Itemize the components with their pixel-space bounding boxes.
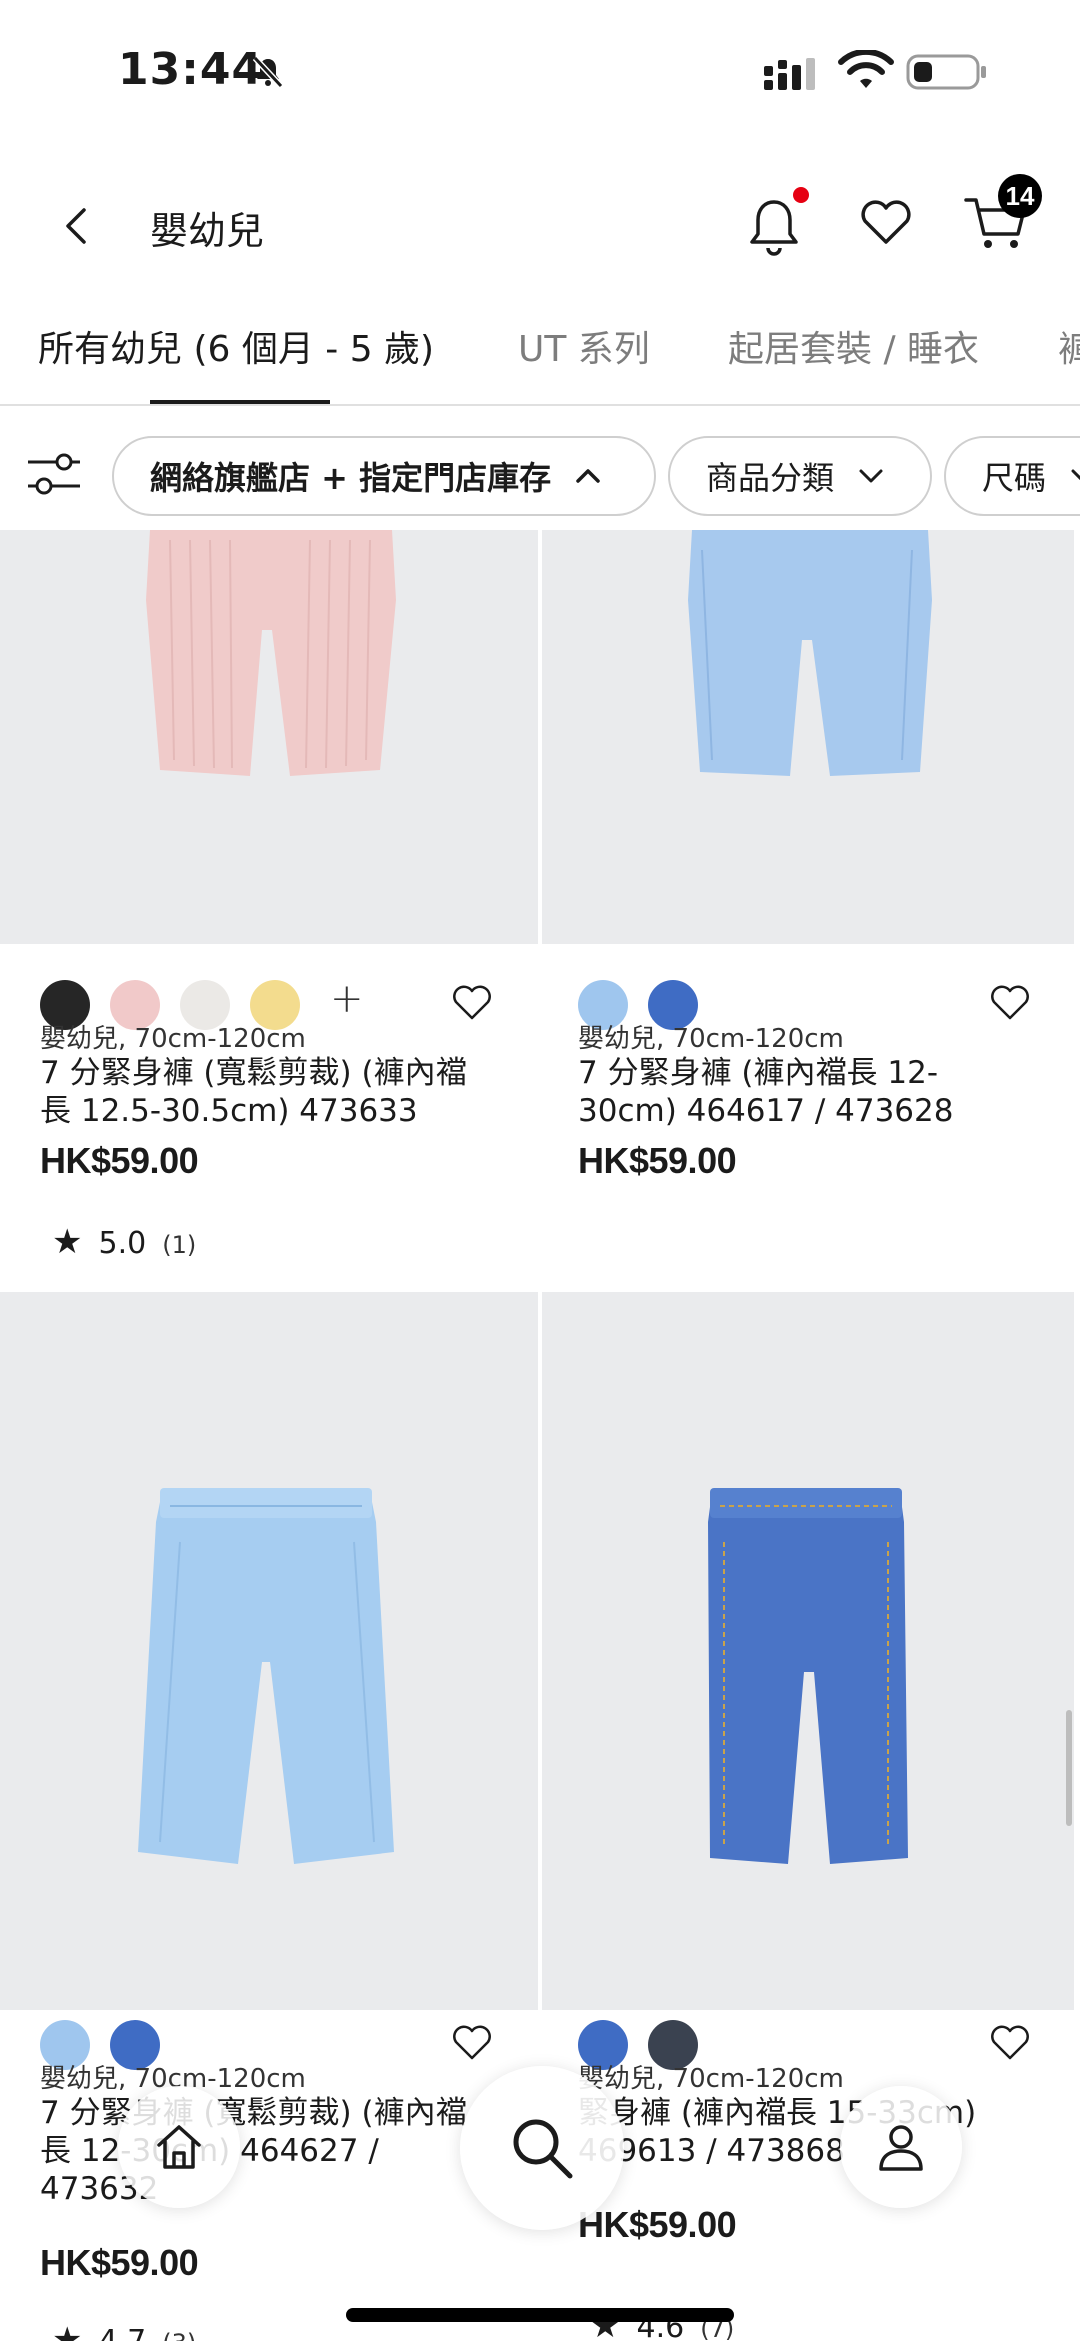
- light-blue-pants-image: [138, 1488, 394, 1864]
- product-name[interactable]: 7 分緊身褲 (寬鬆剪裁) (褲內襠長 12.5-30.5cm) 473633: [40, 1054, 490, 1130]
- product-image[interactable]: [0, 530, 538, 944]
- pink-leggings-image: [0, 530, 520, 830]
- favorite-heart-icon[interactable]: [988, 982, 1032, 1022]
- wishlist-heart-icon[interactable]: [856, 192, 916, 252]
- battery-icon: [906, 54, 986, 90]
- notification-dot: [793, 187, 809, 203]
- favorite-heart-icon[interactable]: [450, 2022, 494, 2062]
- favorite-heart-icon[interactable]: [450, 982, 494, 1022]
- tab-loungewear[interactable]: 起居套裝 / 睡衣: [728, 320, 979, 372]
- tab-all-kids[interactable]: 所有幼兒 (6 個月 - 5 歲): [38, 320, 434, 372]
- product-rating: ★ 5.0 (1): [52, 1222, 196, 1262]
- page-title: 嬰幼兒: [150, 209, 265, 253]
- home-nav-button[interactable]: [118, 2086, 240, 2208]
- cart-count-badge: 14: [998, 174, 1042, 218]
- rating-value: 5.0: [98, 1226, 147, 1261]
- denim-blue-leggings-image: [708, 1488, 908, 1864]
- product-target-size: 嬰幼兒, 70cm-120cm: [578, 2064, 844, 2094]
- product-image[interactable]: [542, 530, 1074, 944]
- stock-filter-chip[interactable]: 網絡旗艦店 + 指定門店庫存: [112, 436, 656, 516]
- product-image[interactable]: [0, 1292, 538, 2010]
- product-name[interactable]: 7 分緊身褲 (褲內襠長 12-30cm) 464617 / 473628: [578, 1054, 1028, 1130]
- favorite-heart-icon[interactable]: [988, 2022, 1032, 2062]
- cellular-signal-icon: [764, 58, 815, 90]
- scrollbar[interactable]: [1066, 1710, 1072, 1826]
- product-price: HK$59.00: [40, 1140, 199, 1181]
- back-arrow-icon[interactable]: [50, 198, 106, 254]
- tab-ut-series[interactable]: UT 系列: [518, 320, 650, 372]
- user-icon: [879, 2125, 923, 2171]
- wifi-icon: [838, 50, 894, 88]
- rating-value: 4.7: [98, 2324, 146, 2341]
- chevron-up-icon: [576, 469, 600, 483]
- home-indicator: [346, 2308, 734, 2322]
- account-nav-button[interactable]: [840, 2086, 962, 2208]
- category-filter-label: 商品分類: [706, 459, 835, 497]
- product-image[interactable]: [542, 1292, 1074, 2010]
- product-target-size: 嬰幼兒, 70cm-120cm: [578, 1024, 844, 1054]
- active-tab-indicator: [150, 400, 330, 404]
- status-bar: 13:44: [0, 0, 1080, 150]
- chevron-down-icon: [1071, 469, 1080, 481]
- status-time: 13:44: [118, 44, 264, 95]
- product-price: HK$59.00: [578, 1140, 737, 1181]
- rating-count: (1): [162, 1231, 197, 1259]
- stock-filter-label: 網絡旗艦店 + 指定門店庫存: [150, 459, 552, 497]
- star-icon: ★: [52, 1222, 83, 1262]
- search-icon: [513, 2119, 573, 2179]
- chevron-down-icon: [859, 469, 883, 483]
- silent-mode-icon: [252, 55, 284, 89]
- more-colors-icon[interactable]: +: [330, 976, 364, 1022]
- star-icon: ★: [52, 2320, 83, 2341]
- home-icon: [157, 2125, 201, 2169]
- category-tabs: 所有幼兒 (6 個月 - 5 歲) UT 系列 起居套裝 / 睡衣 褲: [0, 300, 1080, 406]
- light-blue-leggings-image: [550, 530, 1070, 830]
- filter-bar: 網絡旗艦店 + 指定門店庫存 商品分類 尺碼: [0, 406, 1080, 530]
- product-price: HK$59.00: [578, 2204, 737, 2245]
- category-filter-chip[interactable]: 商品分類: [668, 436, 932, 516]
- product-rating: ★ 4.7 (3): [52, 2320, 196, 2341]
- size-filter-chip[interactable]: 尺碼: [944, 436, 1080, 516]
- product-target-size: 嬰幼兒, 70cm-120cm: [40, 1024, 306, 1054]
- filter-sliders-icon[interactable]: [26, 450, 82, 498]
- product-price: HK$59.00: [40, 2242, 199, 2283]
- search-nav-button[interactable]: [460, 2066, 624, 2230]
- size-filter-label: 尺碼: [982, 459, 1047, 497]
- app-header: 嬰幼兒 14: [0, 150, 1080, 300]
- product-name[interactable]: 7 分緊身褲 (寬鬆剪裁) (褲內襠長 12-30cm) 464627 / 47…: [40, 2094, 490, 2208]
- tab-pants[interactable]: 褲: [1058, 320, 1080, 372]
- rating-count: (3): [162, 2329, 196, 2341]
